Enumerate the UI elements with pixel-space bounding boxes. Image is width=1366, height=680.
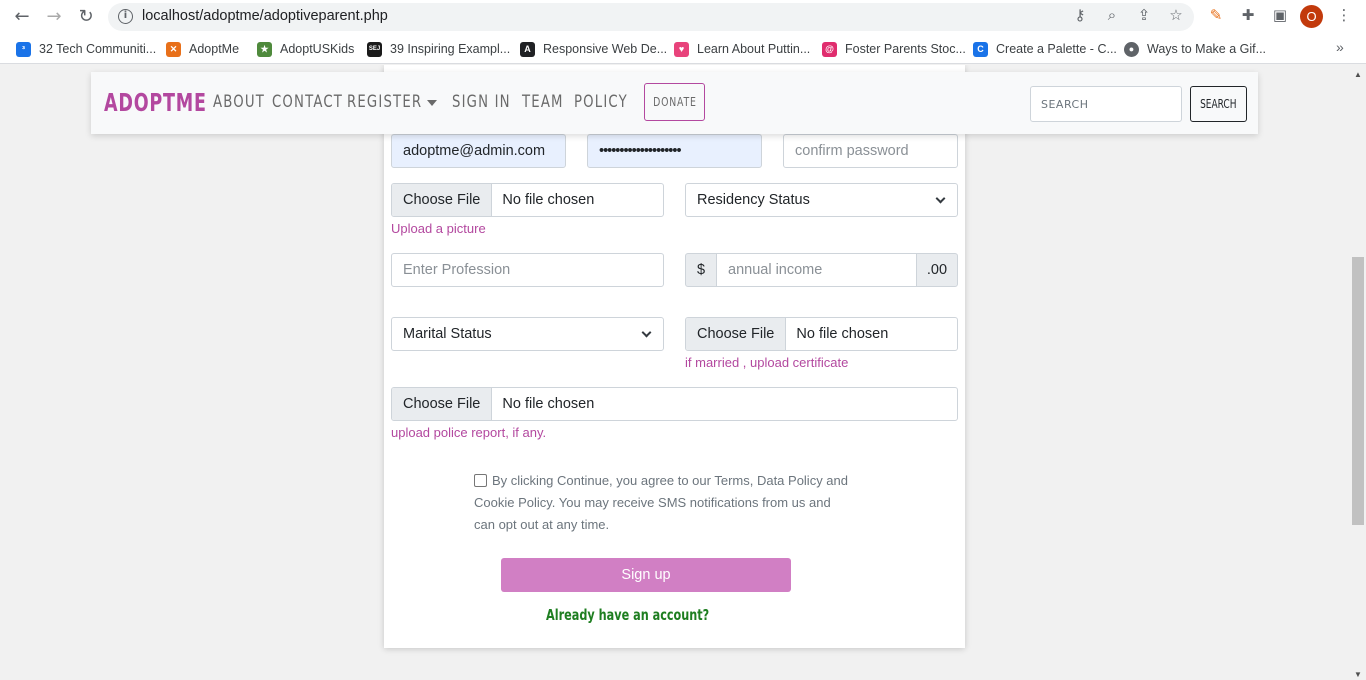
login-link[interactable]: Already have an account? [546, 606, 709, 624]
bookmark-item[interactable]: ★ AdoptUSKids [257, 40, 354, 58]
nav-register[interactable]: REGISTER [347, 92, 422, 112]
menu-kebab-icon[interactable]: ⋮ [1334, 5, 1354, 25]
extensions-puzzle-icon[interactable]: ✚ [1238, 5, 1258, 25]
terms-checkbox[interactable] [474, 474, 487, 487]
brand-logo[interactable]: ADOPTME [104, 88, 207, 117]
picture-file-input[interactable]: Choose File No file chosen [391, 183, 664, 217]
bookmark-favicon-icon: @ [822, 41, 837, 57]
cents-addon: .00 [916, 253, 958, 287]
bookmark-item[interactable]: @ Foster Parents Stoc... [822, 40, 966, 58]
bookmark-item[interactable]: ✕ AdoptMe [166, 40, 239, 58]
file-status-text: No file chosen [796, 326, 889, 342]
signup-button[interactable]: Sign up [501, 558, 791, 592]
scroll-down-arrow-icon[interactable]: ▼ [1354, 670, 1362, 679]
forward-icon[interactable]: → [42, 5, 66, 29]
chevron-down-icon [641, 327, 652, 338]
terms-block: By clicking Continue, you agree to our T… [474, 470, 849, 536]
profile-avatar[interactable]: O [1300, 5, 1323, 28]
bookmark-favicon-icon: ● [1124, 41, 1139, 57]
file-status-text: No file chosen [502, 396, 595, 412]
bookmark-favicon-icon: SEJ [367, 41, 382, 57]
reload-icon[interactable]: ↻ [74, 5, 98, 29]
address-bar[interactable]: i localhost/adoptme/adoptiveparent.php [108, 3, 1194, 31]
choose-file-button[interactable]: Choose File [392, 184, 493, 216]
dropdown-caret-icon[interactable] [427, 100, 437, 106]
password-field[interactable]: •••••••••••••••••••• [587, 134, 762, 168]
annual-income-input[interactable]: annual income [716, 253, 917, 287]
bookmarks-overflow-icon[interactable]: » [1336, 39, 1344, 55]
bookmarks-bar: ³ 32 Tech Communiti... ✕ AdoptMe ★ AdoptUSK… [0, 34, 1366, 64]
nav-team[interactable]: TEAM [522, 92, 564, 112]
bookmark-favicon-icon: ✕ [166, 41, 181, 57]
browser-toolbar: ← → ↻ i localhost/adoptme/adoptiveparent… [0, 0, 1366, 34]
nav-policy[interactable]: POLICY [574, 92, 628, 112]
terms-text: By clicking Continue, you agree to our T… [474, 473, 848, 532]
donate-button[interactable]: DONATE [644, 83, 705, 121]
bookmark-favicon-icon: ♥ [674, 41, 689, 57]
file-status-text: No file chosen [502, 192, 595, 208]
bookmark-favicon-icon: ★ [257, 41, 272, 57]
page-viewport: adoptme@admin.com •••••••••••••••••••• c… [0, 65, 1351, 680]
marital-status-select[interactable]: Marital Status [391, 317, 664, 351]
scrollbar-thumb[interactable] [1352, 257, 1364, 525]
police-report-file-input[interactable]: Choose File No file chosen [391, 387, 958, 421]
scroll-up-arrow-icon[interactable]: ▲ [1354, 70, 1362, 79]
choose-file-button[interactable]: Choose File [686, 318, 787, 350]
pen-extension-icon[interactable]: ✎ [1206, 5, 1226, 25]
bookmark-item[interactable]: ³ 32 Tech Communiti... [16, 40, 156, 58]
share-icon[interactable]: ⇪ [1134, 5, 1154, 25]
zoom-icon[interactable]: ⌕ [1102, 5, 1122, 25]
bookmark-item[interactable]: ♥ Learn About Puttin... [674, 40, 810, 58]
bookmark-item[interactable]: ● Ways to Make a Gif... [1124, 40, 1266, 58]
police-report-hint: upload police report, if any. [391, 425, 547, 440]
site-info-icon[interactable]: i [118, 9, 133, 24]
bookmark-item[interactable]: SEJ 39 Inspiring Exampl... [367, 40, 510, 58]
site-navbar: ADOPTME ABOUT CONTACT REGISTER SIGN IN T… [91, 72, 1258, 134]
side-panel-icon[interactable]: ▣ [1270, 5, 1290, 25]
search-input[interactable] [1030, 86, 1182, 122]
profession-input[interactable]: Enter Profession [391, 253, 664, 287]
nav-about[interactable]: ABOUT [213, 92, 265, 112]
currency-addon: $ [685, 253, 717, 287]
bookmark-item[interactable]: A Responsive Web De... [520, 40, 667, 58]
certificate-file-input[interactable]: Choose File No file chosen [685, 317, 958, 351]
choose-file-button[interactable]: Choose File [392, 388, 493, 420]
picture-hint: Upload a picture [391, 221, 486, 236]
nav-sign-in[interactable]: SIGN IN [452, 92, 511, 112]
search-button[interactable]: SEARCH [1190, 86, 1247, 122]
certificate-hint: if married , upload certificate [685, 355, 849, 370]
confirm-password-field[interactable]: confirm password [783, 134, 958, 168]
chevron-down-icon [935, 193, 946, 204]
bookmark-item[interactable]: C Create a Palette - C... [973, 40, 1117, 58]
bookmark-favicon-icon: C [973, 41, 988, 57]
bookmark-star-icon[interactable]: ☆ [1166, 5, 1186, 25]
bookmark-favicon-icon: ³ [16, 41, 31, 57]
url-text[interactable]: localhost/adoptme/adoptiveparent.php [142, 8, 388, 24]
residency-status-select[interactable]: Residency Status [685, 183, 958, 217]
email-field[interactable]: adoptme@admin.com [391, 134, 566, 168]
back-icon[interactable]: ← [10, 5, 34, 29]
key-icon[interactable]: ⚷ [1070, 5, 1090, 25]
bookmark-favicon-icon: A [520, 41, 535, 57]
nav-contact[interactable]: CONTACT [272, 92, 343, 112]
